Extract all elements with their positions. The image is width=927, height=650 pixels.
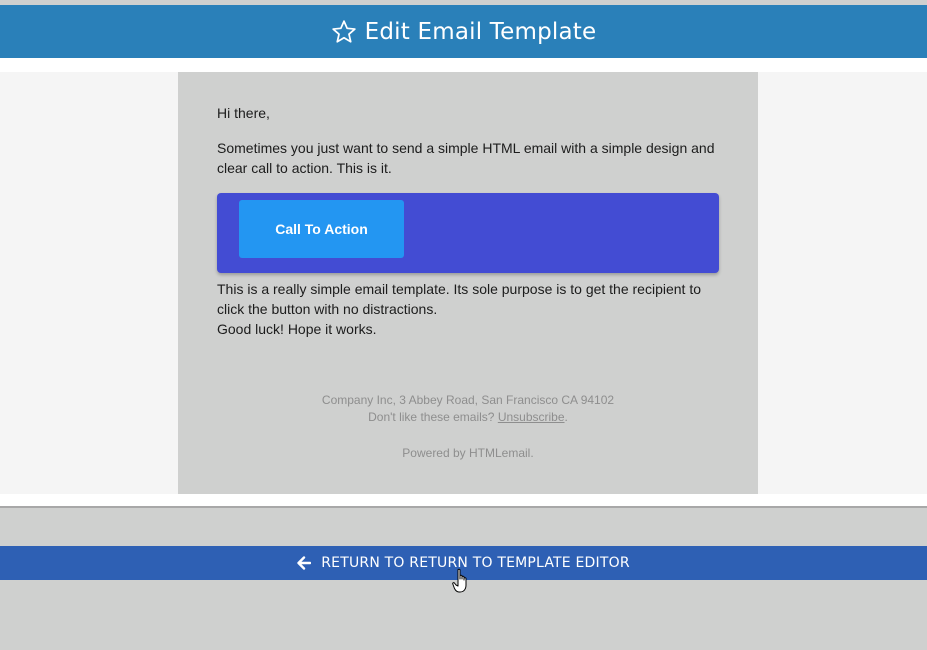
arrow-left-icon: [297, 556, 312, 570]
call-to-action-button[interactable]: Call To Action: [239, 200, 404, 258]
email-preview-frame: Hi there, Sometimes you just want to sen…: [0, 58, 927, 508]
page-header: Edit Email Template: [0, 5, 927, 58]
return-button-label: RETURN TO RETURN TO TEMPLATE EDITOR: [321, 555, 630, 571]
email-body: Hi there, Sometimes you just want to sen…: [178, 72, 758, 494]
email-intro: Sometimes you just want to send a simple…: [217, 140, 715, 176]
email-preview-background: Hi there, Sometimes you just want to sen…: [0, 72, 927, 494]
unsubscribe-suffix: .: [564, 410, 568, 424]
cta-container: Call To Action: [217, 193, 719, 273]
footer-address: Company Inc, 3 Abbey Road, San Francisco…: [321, 393, 615, 407]
unsubscribe-prefix: Don't like these emails?: [368, 410, 498, 424]
email-body-text: This is a really simple email template. …: [217, 279, 727, 339]
star-icon: [331, 19, 356, 43]
email-footer: Company Inc, 3 Abbey Road, San Francisco…: [178, 392, 758, 462]
email-greeting: Hi there,: [217, 105, 270, 121]
footer-powered-by: Powered by HTMLemail.: [402, 446, 534, 460]
page-title: Edit Email Template: [364, 18, 597, 45]
email-signoff: Good luck! Hope it works.: [217, 321, 377, 337]
unsubscribe-link[interactable]: Unsubscribe: [498, 410, 565, 424]
email-body-paragraph: This is a really simple email template. …: [217, 281, 701, 317]
hand-pointer-cursor-icon: [452, 568, 467, 593]
footer-unsubscribe-line: Don't like these emails? Unsubscribe.: [178, 409, 758, 426]
